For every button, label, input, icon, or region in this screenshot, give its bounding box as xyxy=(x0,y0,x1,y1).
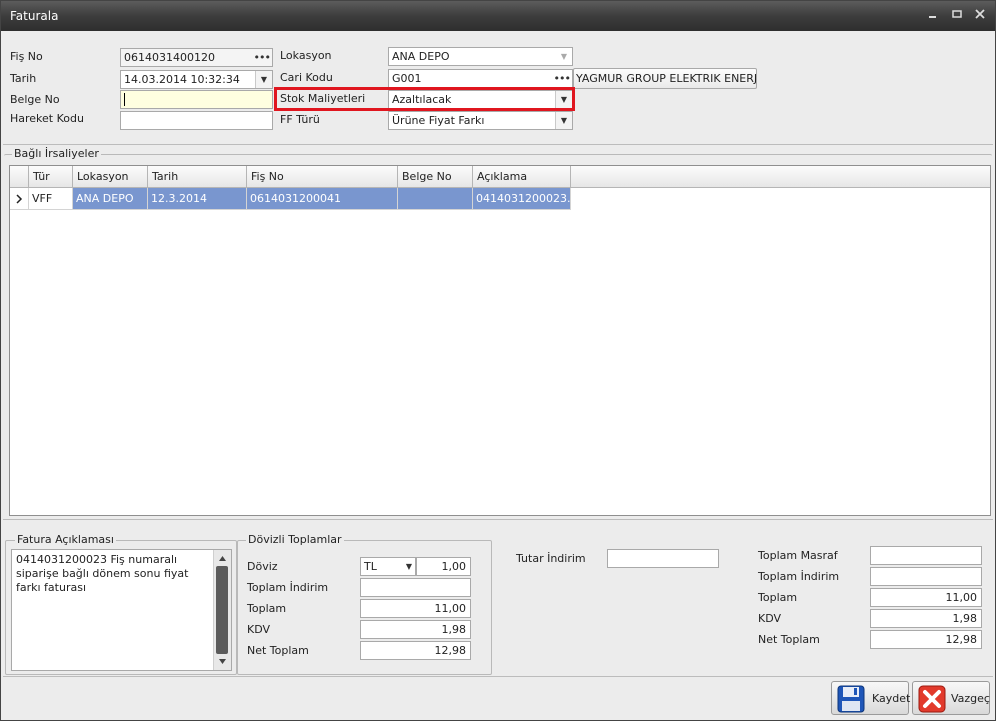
text-cursor xyxy=(124,93,125,106)
kdv-label: KDV xyxy=(758,612,782,625)
doviz-select[interactable]: TL ▼ xyxy=(360,557,416,576)
tutar-indirim-label: Tutar İndirim xyxy=(516,552,586,565)
lokasyon-label: Lokasyon xyxy=(280,49,332,62)
divider xyxy=(3,519,993,520)
row-indicator-icon xyxy=(10,188,29,210)
ff-turu-select[interactable]: Ürüne Fiyat Farkı ▼ xyxy=(388,111,573,130)
floppy-disk-icon xyxy=(837,685,865,716)
fx-kdv-field[interactable]: 1,98 xyxy=(360,620,471,639)
column-header-belge-no[interactable]: Belge No xyxy=(398,166,473,188)
linked-group-title: Bağlı İrsaliyeler xyxy=(12,147,101,160)
scroll-down-icon[interactable] xyxy=(217,656,228,667)
highlight-box xyxy=(274,87,575,111)
cancel-x-icon xyxy=(918,685,946,716)
kdv-field[interactable]: 1,98 xyxy=(870,609,982,628)
save-button-label: Kaydet xyxy=(872,692,911,705)
fx-toplam-indirim-field[interactable] xyxy=(360,578,471,597)
hareket-kodu-input[interactable] xyxy=(120,111,273,130)
tarih-value: 14.03.2014 10:32:34 xyxy=(124,73,240,86)
fx-toplam-label: Toplam xyxy=(247,602,287,615)
scroll-up-icon[interactable] xyxy=(217,553,228,564)
description-text: 0414031200023 Fiş numaralı siparişe bağl… xyxy=(16,553,189,594)
description-group-title: Fatura Açıklaması xyxy=(15,533,116,546)
divider xyxy=(3,676,993,677)
toplam-label: Toplam xyxy=(758,591,798,604)
minimize-icon[interactable] xyxy=(924,7,942,23)
grid-indicator-header xyxy=(10,166,29,188)
cell-fis-no[interactable]: 0614031200041 xyxy=(247,188,398,210)
hareket-kodu-label: Hareket Kodu xyxy=(10,112,84,125)
lokasyon-select[interactable]: ANA DEPO ▼ xyxy=(388,47,573,66)
grid-header-filler xyxy=(571,166,990,188)
ff-turu-label: FF Türü xyxy=(280,113,320,126)
exchange-rate-field[interactable]: 1,00 xyxy=(416,557,471,576)
chevron-down-icon[interactable]: ▼ xyxy=(555,112,572,129)
cell-aciklama[interactable]: 0414031200023... xyxy=(473,188,571,210)
net-toplam-label: Net Toplam xyxy=(758,633,820,646)
divider xyxy=(3,144,993,145)
save-button[interactable]: Kaydet xyxy=(831,681,911,716)
column-header-aciklama[interactable]: Açıklama xyxy=(473,166,571,188)
invoice-window: Faturala Fiş No 0614031400120 ••• Tarih … xyxy=(0,0,996,721)
cari-kodu-field[interactable]: G001 ••• xyxy=(388,69,573,88)
fis-no-label: Fiş No xyxy=(10,50,43,63)
cari-kodu-value: G001 xyxy=(392,72,422,85)
cari-name-button[interactable]: YAGMUR GROUP ELEKTRIK ENERJ... xyxy=(573,68,757,89)
belge-no-label: Belge No xyxy=(10,93,60,106)
column-header-fis-no[interactable]: Fiş No xyxy=(247,166,398,188)
fx-net-toplam-field[interactable]: 12,98 xyxy=(360,641,471,660)
belge-no-input[interactable] xyxy=(120,90,273,109)
description-textarea[interactable]: 0414031200023 Fiş numaralı siparişe bağl… xyxy=(11,549,232,671)
chevron-down-icon[interactable]: ▼ xyxy=(255,71,272,88)
toplam-indirim-field[interactable] xyxy=(870,567,982,586)
cell-tur[interactable]: VFF xyxy=(29,188,73,210)
toplam-masraf-label: Toplam Masraf xyxy=(758,549,838,562)
tarih-field[interactable]: 14.03.2014 10:32:34 ▼ xyxy=(120,70,273,89)
maximize-icon[interactable] xyxy=(948,7,966,23)
ellipsis-icon[interactable]: ••• xyxy=(554,70,571,87)
fx-net-toplam-label: Net Toplam xyxy=(247,644,309,657)
net-toplam-field[interactable]: 12,98 xyxy=(870,630,982,649)
ellipsis-icon[interactable]: ••• xyxy=(254,49,271,66)
column-header-tarih[interactable]: Tarih xyxy=(148,166,247,188)
cancel-button-label: Vazgeç xyxy=(951,692,990,705)
vertical-scrollbar[interactable] xyxy=(213,550,231,670)
doviz-label: Döviz xyxy=(247,560,278,573)
fx-kdv-label: KDV xyxy=(247,623,271,636)
fis-no-field[interactable]: 0614031400120 ••• xyxy=(120,48,273,67)
cari-name-value: YAGMUR GROUP ELEKTRIK ENERJ... xyxy=(576,72,757,85)
fx-totals-group-title: Dövizli Toplamlar xyxy=(246,533,344,546)
chevron-down-icon[interactable]: ▼ xyxy=(403,558,415,575)
close-icon[interactable] xyxy=(971,7,989,23)
linked-grid: Tür Lokasyon Tarih Fiş No Belge No Açıkl… xyxy=(9,165,991,516)
cancel-button[interactable]: Vazgeç xyxy=(912,681,990,715)
title-bar: Faturala xyxy=(1,1,995,31)
ff-turu-value: Ürüne Fiyat Farkı xyxy=(392,114,485,127)
cari-kodu-label: Cari Kodu xyxy=(280,71,333,84)
tutar-indirim-field[interactable] xyxy=(607,549,719,568)
column-header-lokasyon[interactable]: Lokasyon xyxy=(73,166,148,188)
chevron-down-icon[interactable]: ▼ xyxy=(556,48,572,65)
cell-tarih[interactable]: 12.3.2014 xyxy=(148,188,247,210)
toplam-field[interactable]: 11,00 xyxy=(870,588,982,607)
doviz-value: TL xyxy=(364,560,377,573)
fis-no-value: 0614031400120 xyxy=(124,51,215,64)
cell-lokasyon[interactable]: ANA DEPO xyxy=(73,188,148,210)
scroll-thumb[interactable] xyxy=(216,566,228,654)
window-title: Faturala xyxy=(10,9,59,23)
tarih-label: Tarih xyxy=(10,72,37,85)
lokasyon-value: ANA DEPO xyxy=(392,50,450,63)
column-header-tur[interactable]: Tür xyxy=(29,166,73,188)
fx-toplam-field[interactable]: 11,00 xyxy=(360,599,471,618)
fx-toplam-indirim-label: Toplam İndirim xyxy=(247,581,329,594)
toplam-indirim-label: Toplam İndirim xyxy=(758,570,840,583)
cell-belge-no[interactable] xyxy=(398,188,473,210)
toplam-masraf-field[interactable] xyxy=(870,546,982,565)
